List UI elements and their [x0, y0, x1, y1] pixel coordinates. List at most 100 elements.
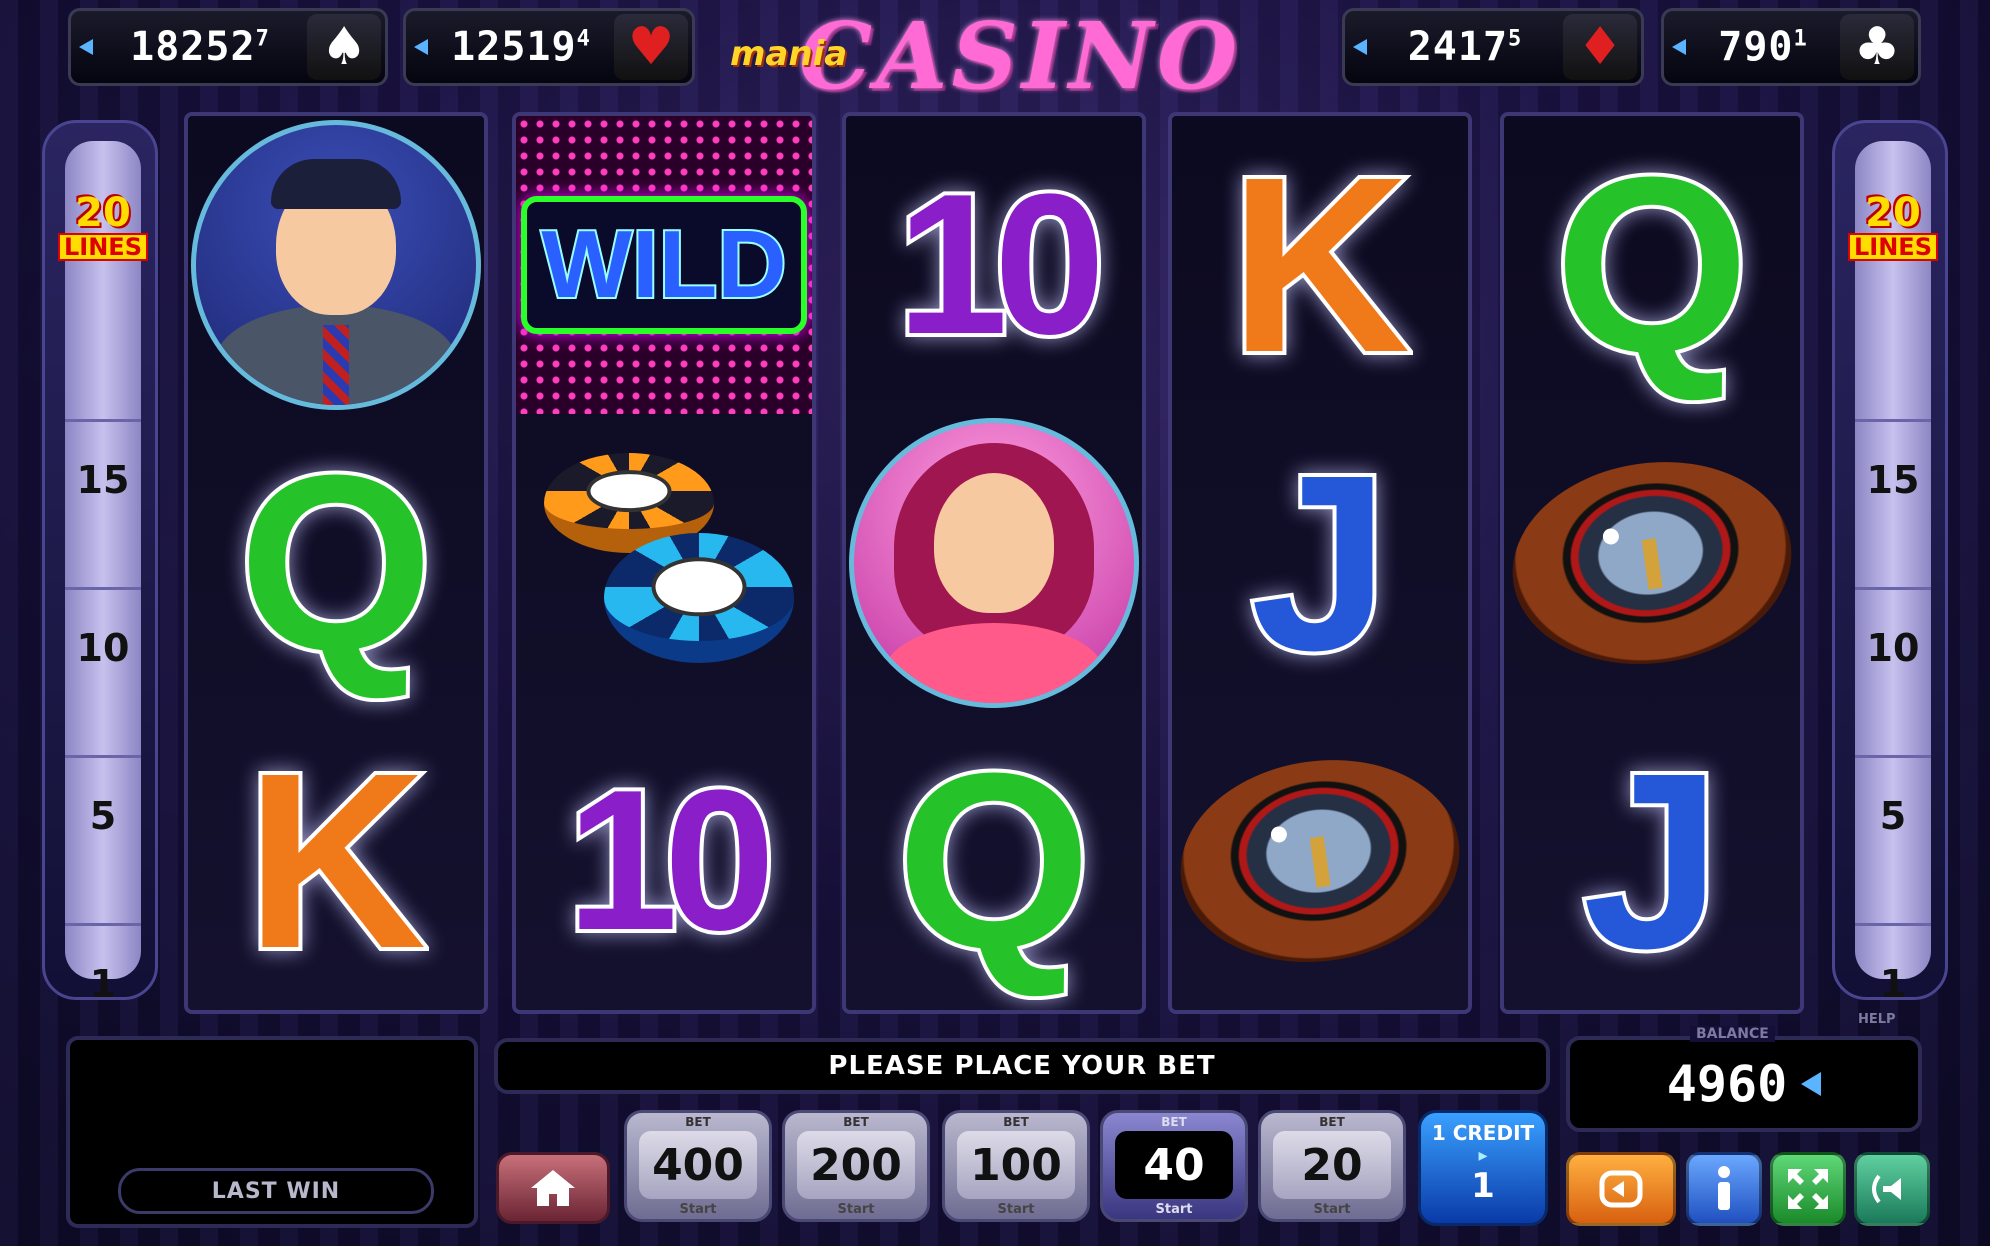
bet-100-button[interactable]: BET 100 Start [942, 1110, 1090, 1222]
roulette-wheel-icon [1172, 742, 1468, 980]
jackpot-clubs: 7901 ♣ [1661, 8, 1921, 86]
lines-indicator-right: 20 LINES 15 10 5 1 [1832, 120, 1948, 1006]
bet-value: 20 [1273, 1131, 1391, 1199]
balance-label: BALANCE [1690, 1026, 1775, 1042]
fullscreen-icon [1788, 1169, 1828, 1209]
status-message: PLEASE PLACE YOUR BET [494, 1038, 1550, 1094]
heart-icon: ♥ [614, 14, 688, 80]
sound-icon [1872, 1174, 1901, 1204]
bet-label: BET [1319, 1115, 1345, 1129]
info-icon [1718, 1166, 1730, 1210]
help-label[interactable]: HELP [1858, 1012, 1896, 1027]
jackpot-spades: 182527 ♠ [68, 8, 388, 86]
lines-word: LINES [58, 233, 148, 261]
line-marker[interactable]: 1 [65, 923, 141, 1006]
symbol-wild: WILD [516, 116, 812, 414]
bet-20-button[interactable]: BET 20 Start [1258, 1110, 1406, 1222]
credit-label: 1 CREDIT [1431, 1121, 1535, 1145]
lines-badge[interactable]: 20 LINES [1839, 193, 1947, 261]
reel-5: Q J [1500, 112, 1804, 1014]
symbol-k: K [188, 712, 484, 1010]
jackpot-value: 2417 [1407, 24, 1509, 70]
line-marker[interactable]: 15 [1855, 419, 1931, 587]
bet-400-button[interactable]: BET 400 Start [624, 1110, 772, 1222]
lines-badge[interactable]: 20 LINES [49, 193, 157, 261]
lines-count: 20 [75, 190, 131, 236]
line-marker[interactable]: 10 [65, 587, 141, 755]
bet-start-label: Start [997, 1202, 1035, 1217]
jackpot-suffix: 1 [1793, 26, 1808, 52]
line-marker[interactable]: 1 [1855, 923, 1931, 1006]
home-button[interactable] [496, 1152, 610, 1224]
jackpot-value: 12519 [451, 24, 577, 70]
jackpot-suffix: 5 [1508, 26, 1523, 52]
symbol-q: Q [188, 414, 484, 712]
bet-label: BET [1003, 1115, 1029, 1129]
jackpot-suffix: 4 [576, 26, 591, 52]
autoplay-button[interactable] [1566, 1152, 1676, 1226]
businessman-portrait-icon [191, 120, 481, 410]
fullscreen-button[interactable] [1770, 1152, 1846, 1226]
symbol-letter: Q [893, 721, 1095, 1000]
jackpot-suffix: 7 [255, 26, 270, 52]
balance-display: 4960 [1566, 1036, 1922, 1132]
club-icon: ♣ [1840, 14, 1914, 80]
symbol-k: K [1172, 116, 1468, 414]
symbol-letter: Q [1551, 125, 1753, 404]
bet-value: 200 [797, 1131, 915, 1199]
symbol-letter: Q [235, 423, 437, 702]
bet-value: 100 [957, 1131, 1075, 1199]
bet-start-label: Start [837, 1202, 875, 1217]
symbol-letter: K [1226, 125, 1415, 404]
sound-button[interactable] [1854, 1152, 1930, 1226]
credit-arrow-icon: ▸ [1478, 1145, 1488, 1166]
jackpot-arrow-icon [1672, 39, 1686, 55]
jackpot-hearts: 125194 ♥ [403, 8, 695, 86]
spade-icon: ♠ [307, 14, 381, 80]
bet-40-button[interactable]: BET 40 Start [1100, 1110, 1248, 1222]
logo-casino-text: CASINO [798, 2, 1242, 110]
symbol-letter: J [1578, 721, 1725, 1000]
jackpot-value: 18252 [130, 24, 256, 70]
balance-arrow-icon [1801, 1072, 1822, 1096]
line-marker[interactable]: 5 [1855, 755, 1931, 923]
symbol-10: 10 [516, 712, 812, 1010]
jackpot-arrow-icon [79, 39, 93, 55]
credit-button[interactable]: 1 CREDIT ▸ 1 [1418, 1110, 1548, 1226]
reel-3: 10 Q [842, 112, 1146, 1014]
bet-start-label: Start [1155, 1202, 1193, 1217]
symbol-letter: J [1246, 423, 1393, 702]
info-button[interactable] [1686, 1152, 1762, 1226]
symbol-q: Q [1504, 116, 1800, 414]
symbol-letter: K [242, 721, 431, 1000]
balance-value: 4960 [1666, 1055, 1788, 1113]
logo-mania-text: mania [730, 34, 848, 74]
jackpot-value: 790 [1718, 24, 1794, 70]
bet-start-label: Start [1313, 1202, 1351, 1217]
bet-start-label: Start [679, 1202, 717, 1217]
reel-4: K J [1168, 112, 1472, 1014]
reel-1: Q K [184, 112, 488, 1014]
autoplay-icon [1599, 1170, 1643, 1208]
diamond-icon: ♦ [1563, 14, 1637, 80]
lines-count: 20 [1865, 190, 1921, 236]
line-marker[interactable]: 10 [1855, 587, 1931, 755]
jackpot-arrow-icon [1353, 39, 1367, 55]
wild-icon: WILD [516, 116, 812, 414]
bet-200-button[interactable]: BET 200 Start [782, 1110, 930, 1222]
symbol-letter: 10 [893, 153, 1110, 376]
credit-value: 1 [1471, 1166, 1495, 1206]
jackpot-arrow-icon [414, 39, 428, 55]
casino-chips-icon [534, 433, 794, 693]
jackpot-diamonds: 24175 ♦ [1342, 8, 1644, 86]
symbol-10: 10 [846, 116, 1142, 414]
line-marker[interactable]: 5 [65, 755, 141, 923]
symbol-businessman [188, 116, 484, 414]
symbol-j: J [1504, 712, 1800, 1010]
bet-value: 400 [639, 1131, 757, 1199]
line-marker[interactable]: 15 [65, 419, 141, 587]
symbol-woman [846, 414, 1142, 712]
home-icon [531, 1170, 575, 1206]
last-win-label: LAST WIN [118, 1168, 434, 1214]
bet-label: BET [1161, 1115, 1187, 1129]
